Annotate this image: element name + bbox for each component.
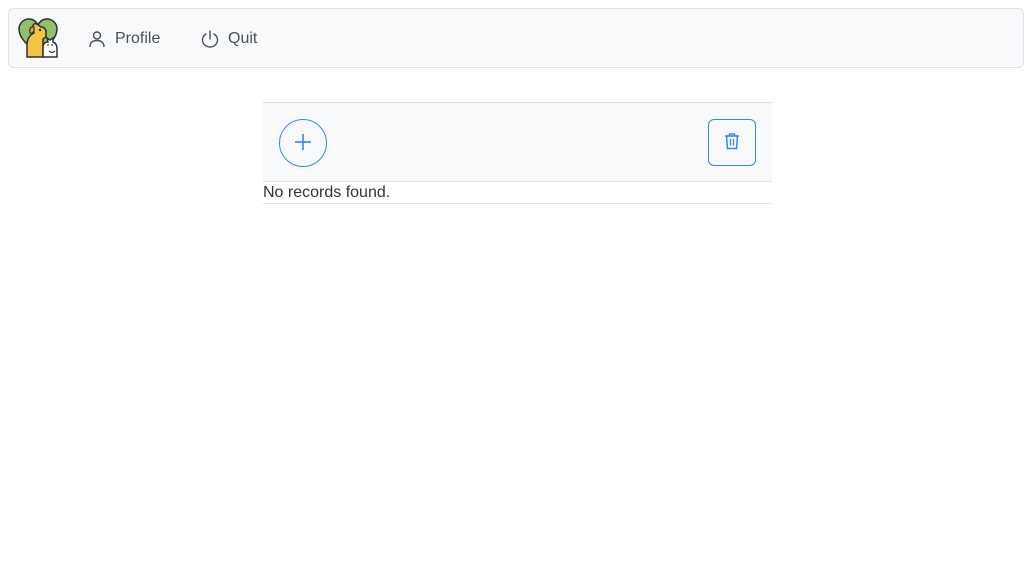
app-logo-icon[interactable] [17,17,59,59]
top-menubar: Profile Quit [8,8,1024,68]
table-toolbar [263,102,772,182]
menu-item-profile[interactable]: Profile [87,9,160,69]
empty-message: No records found. [263,182,772,204]
records-table: No records found. [263,102,772,204]
menu-item-label: Quit [228,30,258,47]
delete-records-button[interactable] [708,119,756,166]
plus-icon [294,133,312,154]
power-icon [200,29,220,49]
menu-item-quit[interactable]: Quit [200,9,257,69]
user-icon [87,29,107,49]
trash-icon [724,132,740,153]
add-record-button[interactable] [279,119,327,167]
menu-item-label: Profile [115,30,161,47]
